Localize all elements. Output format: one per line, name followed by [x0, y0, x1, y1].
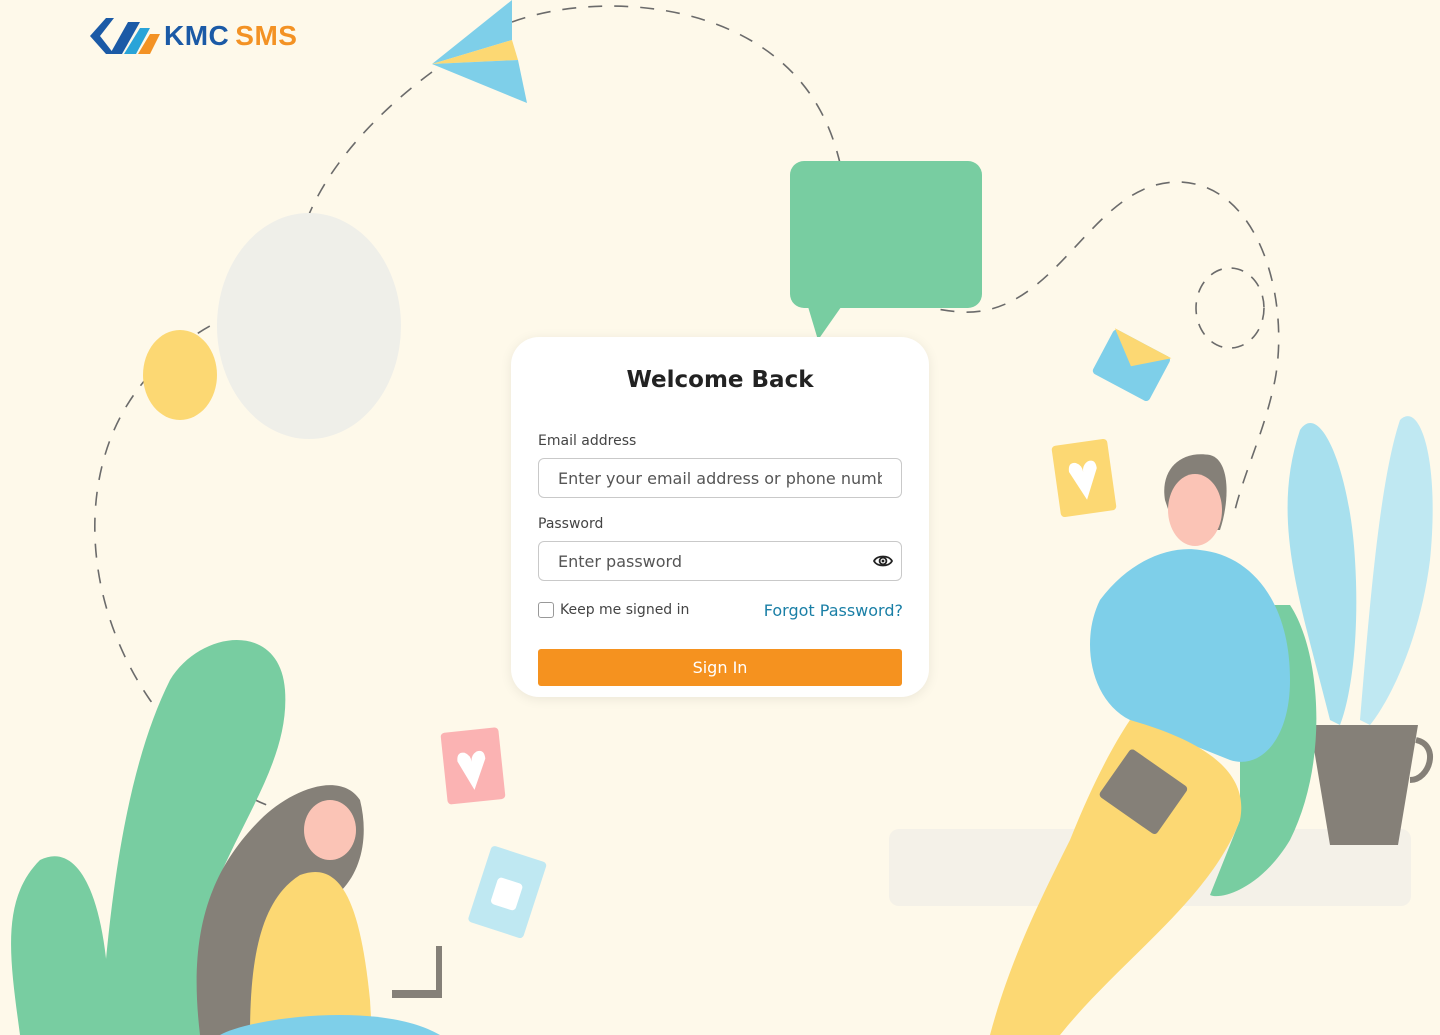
paper-plane-icon — [432, 0, 527, 103]
heart-card-icon-pink — [440, 727, 506, 805]
login-card: Welcome Back Email address Password Keep… — [511, 337, 929, 697]
keep-signed-in-checkbox[interactable] — [538, 602, 554, 618]
keep-signed-in-row: Keep me signed in — [538, 602, 689, 618]
brand-logo[interactable]: KMC SMS — [88, 16, 297, 56]
password-input[interactable] — [538, 541, 902, 581]
heart-card-icon — [1051, 438, 1117, 518]
envelope-icon — [1092, 328, 1172, 402]
sign-in-button[interactable]: Sign In — [538, 649, 902, 686]
brand-name-part2: SMS — [235, 20, 298, 51]
show-password-eye-icon[interactable] — [873, 551, 893, 571]
login-page: KMCSMS Welcome Back Email address Passwo… — [0, 0, 1440, 1035]
brand-name: KMC SMS — [164, 16, 297, 56]
forgot-password-link[interactable]: Forgot Password? — [764, 601, 903, 620]
kmc-logo-icon — [90, 18, 160, 54]
password-label: Password — [538, 516, 604, 532]
brand-name-part1: KMC — [164, 20, 230, 51]
email-label: Email address — [538, 433, 637, 449]
man-tablet-illustration — [990, 454, 1290, 1035]
login-title: Welcome Back — [626, 367, 814, 393]
speech-bubble-icon — [790, 161, 982, 340]
keep-signed-in-label[interactable]: Keep me signed in — [560, 602, 689, 618]
email-input[interactable] — [538, 458, 902, 498]
like-card-icon — [468, 846, 547, 939]
